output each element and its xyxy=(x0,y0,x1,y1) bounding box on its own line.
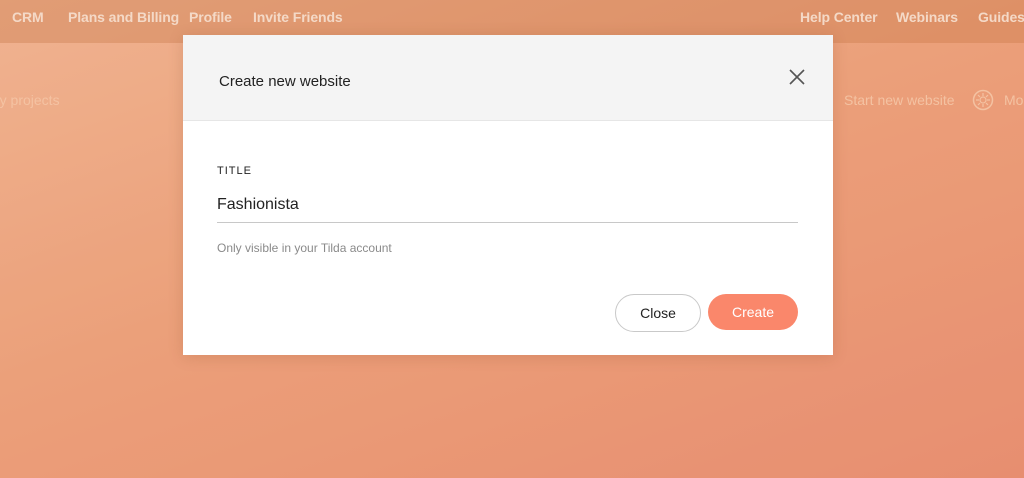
create-button[interactable]: Create xyxy=(708,294,798,330)
dialog-title: Create new website xyxy=(219,73,351,90)
dialog-header: Create new website xyxy=(183,35,833,121)
title-hint: Only visible in your Tilda account xyxy=(217,241,392,255)
close-button[interactable]: Close xyxy=(615,294,701,332)
title-field-label: TITLE xyxy=(217,165,252,177)
create-website-dialog: Create new website TITLE Only visible in… xyxy=(183,35,833,355)
close-icon[interactable] xyxy=(787,67,807,87)
title-input[interactable] xyxy=(217,187,798,223)
